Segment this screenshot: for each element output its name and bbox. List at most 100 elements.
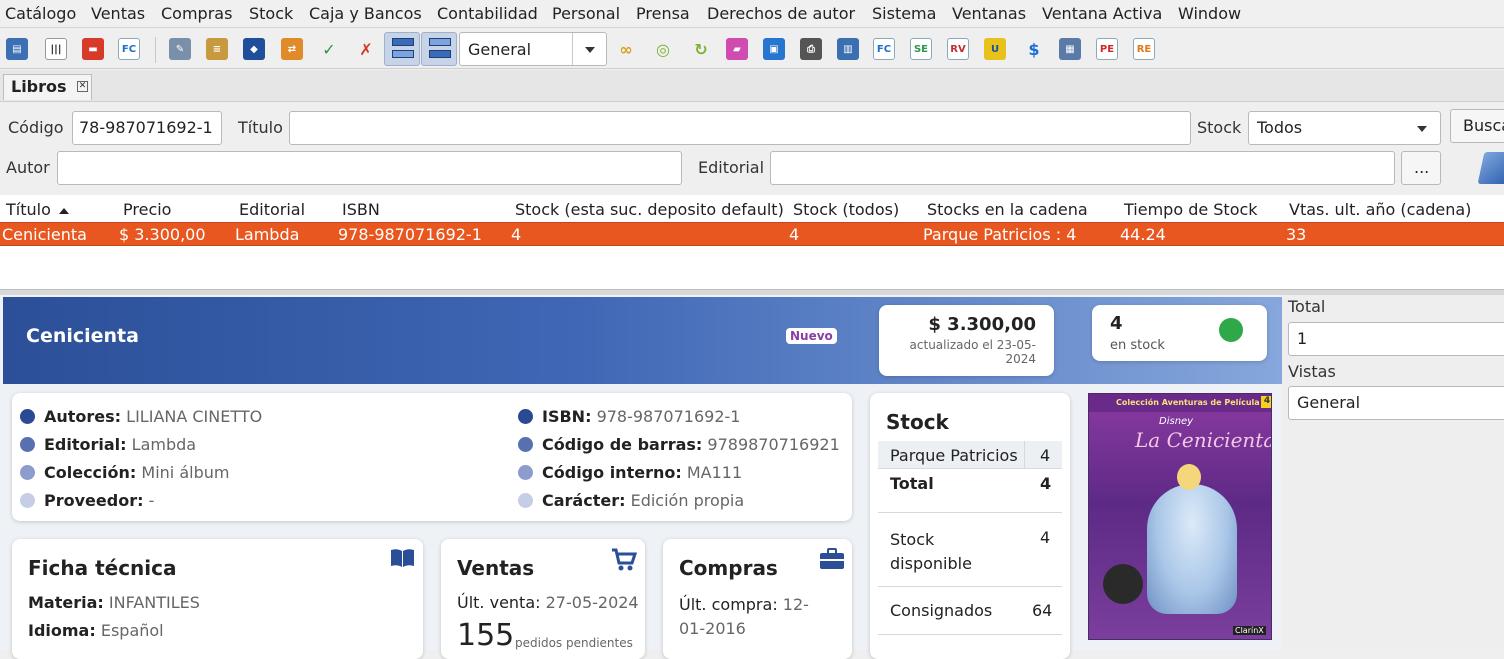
menu-compras[interactable]: Compras bbox=[161, 4, 232, 23]
printer-icon[interactable]: ⎙ bbox=[800, 38, 822, 60]
stock-total-qty: 4 bbox=[1040, 474, 1052, 493]
editorial-line: Editorial: Lambda bbox=[44, 435, 197, 454]
menu-contabilidad[interactable]: Contabilidad bbox=[437, 4, 538, 23]
money-icon[interactable]: $ bbox=[1023, 38, 1045, 60]
stock-count: 4 bbox=[1110, 313, 1123, 334]
table-row[interactable]: Cenicienta $ 3.300,00 Lambda 978-9870716… bbox=[0, 222, 1504, 246]
column-header-titulo[interactable]: Título bbox=[6, 200, 69, 219]
column-header-editorial[interactable]: Editorial bbox=[239, 200, 305, 219]
layout-bar-icon bbox=[429, 50, 451, 58]
tab-libros[interactable]: Libros ✕ bbox=[3, 74, 92, 100]
autores-line: Autores: LILIANA CINETTO bbox=[44, 407, 263, 426]
divider bbox=[878, 586, 1062, 587]
editorial-browse-button[interactable]: ... bbox=[1401, 151, 1441, 185]
notes-icon[interactable]: ≡ bbox=[206, 38, 228, 60]
bullet-icon bbox=[20, 493, 35, 508]
bullet-icon bbox=[518, 409, 533, 424]
column-header-vtas[interactable]: Vtas. ult. año (cadena) bbox=[1289, 200, 1471, 219]
column-header-stocks-cadena[interactable]: Stocks en la cadena bbox=[927, 200, 1088, 219]
autor-input[interactable] bbox=[57, 151, 682, 185]
layout-single-toggle[interactable] bbox=[384, 32, 420, 66]
stock-branch-qty: 4 bbox=[1040, 446, 1051, 465]
ficha-title: Ficha técnica bbox=[28, 556, 177, 580]
vistas-label: Vistas bbox=[1288, 362, 1336, 381]
cell-vtas: 33 bbox=[1286, 225, 1307, 244]
menu-derechos-autor[interactable]: Derechos de autor bbox=[707, 4, 855, 23]
menu-catalogo[interactable]: Catálogo bbox=[5, 4, 76, 23]
menu-bar: Catálogo Ventas Compras Stock Caja y Ban… bbox=[0, 0, 1504, 28]
menu-sistema[interactable]: Sistema bbox=[872, 4, 936, 23]
factory-icon[interactable]: ▥ bbox=[837, 38, 859, 60]
menu-ventas[interactable]: Ventas bbox=[91, 4, 145, 23]
menu-ventana-activa[interactable]: Ventana Activa bbox=[1042, 4, 1162, 23]
rv-icon[interactable]: RV bbox=[947, 38, 969, 60]
transfer-icon[interactable]: ⇄ bbox=[281, 38, 303, 60]
barcode-icon[interactable]: ||| bbox=[45, 38, 67, 60]
column-header-isbn[interactable]: ISBN bbox=[342, 200, 380, 219]
menu-stock[interactable]: Stock bbox=[249, 4, 293, 23]
titulo-input[interactable] bbox=[289, 111, 1191, 145]
column-header-precio[interactable]: Precio bbox=[123, 200, 171, 219]
document-edit-icon[interactable]: ✎ bbox=[169, 38, 191, 60]
stock-total-label: Total bbox=[890, 474, 934, 493]
shopping-cart-icon bbox=[612, 548, 637, 571]
bullet-icon bbox=[20, 409, 35, 424]
menu-prensa[interactable]: Prensa bbox=[636, 4, 690, 23]
check-icon[interactable]: ✓ bbox=[318, 38, 340, 60]
shield-yellow-icon[interactable]: U bbox=[984, 38, 1006, 60]
se-icon[interactable]: SE bbox=[910, 38, 932, 60]
codigo-input[interactable]: 78-987071692-1 bbox=[72, 111, 222, 145]
stock-select[interactable]: Todos bbox=[1248, 111, 1441, 145]
truck-icon[interactable]: ▬ bbox=[82, 38, 104, 60]
editorial-input[interactable] bbox=[770, 151, 1395, 185]
circle-icon[interactable]: ◎ bbox=[652, 38, 674, 60]
cell-editorial: Lambda bbox=[235, 225, 300, 244]
proveedor-line: Proveedor: - bbox=[44, 491, 155, 510]
chevron-down-icon bbox=[585, 47, 595, 53]
circle-arrow-icon[interactable]: ↻ bbox=[690, 38, 712, 60]
menu-caja-bancos[interactable]: Caja y Bancos bbox=[309, 4, 422, 23]
menu-window[interactable]: Window bbox=[1178, 4, 1241, 23]
pe-icon[interactable]: PE bbox=[1096, 38, 1118, 60]
close-icon[interactable]: ✕ bbox=[77, 81, 88, 92]
stock-branch-name: Parque Patricios bbox=[890, 446, 1018, 465]
view-select-value: General bbox=[468, 40, 532, 59]
fc-icon[interactable]: FC bbox=[873, 38, 895, 60]
layout-split-toggle[interactable] bbox=[421, 32, 457, 66]
idioma-line: Idioma: Español bbox=[28, 621, 164, 640]
stock-label: en stock bbox=[1110, 338, 1165, 353]
column-header-tiempo-stock[interactable]: Tiempo de Stock bbox=[1124, 200, 1258, 219]
image-icon[interactable]: ▣ bbox=[763, 38, 785, 60]
price-card: $ 3.300,00 actualizado el 23-05-2024 bbox=[879, 305, 1054, 376]
buscar-button[interactable]: Buscar bbox=[1450, 109, 1504, 143]
link-rings-icon[interactable]: ∞ bbox=[615, 38, 637, 60]
chevron-down-icon bbox=[1417, 126, 1427, 132]
shield-icon[interactable]: ◆ bbox=[243, 38, 265, 60]
building-icon[interactable]: ▦ bbox=[1059, 38, 1081, 60]
bullet-icon bbox=[518, 465, 533, 480]
stock-status-icon bbox=[1219, 318, 1243, 342]
internal-code-line: Código interno: MA111 bbox=[542, 463, 743, 482]
barcode-line: Código de barras: 9789870716921 bbox=[542, 435, 840, 454]
detail-title: Cenicienta bbox=[26, 325, 139, 347]
status-badge: Nuevo bbox=[786, 328, 837, 344]
vistas-select[interactable]: General bbox=[1288, 386, 1504, 420]
pedidos-label: pedidos pendientes bbox=[515, 636, 633, 650]
cover-number: 4 bbox=[1261, 396, 1271, 408]
cancel-icon[interactable]: ✗ bbox=[355, 38, 377, 60]
menu-personal[interactable]: Personal bbox=[552, 4, 620, 23]
total-label: Total bbox=[1288, 297, 1326, 316]
titulo-label: Título bbox=[238, 118, 283, 137]
price-updated: actualizado el 23-05-2024 bbox=[909, 338, 1036, 366]
invoice-fc-icon[interactable]: FC bbox=[118, 38, 140, 60]
total-input[interactable]: 1 bbox=[1288, 322, 1504, 356]
column-header-stock-todos[interactable]: Stock (todos) bbox=[793, 200, 899, 219]
view-select[interactable]: General bbox=[459, 32, 607, 66]
re-icon[interactable]: RE bbox=[1133, 38, 1155, 60]
book-icon[interactable]: ▤ bbox=[6, 38, 28, 60]
column-header-stock-suc[interactable]: Stock (esta suc. deposito default) bbox=[515, 200, 784, 219]
stock-disponible-qty: 4 bbox=[1040, 528, 1051, 547]
menu-ventanas[interactable]: Ventanas bbox=[952, 4, 1026, 23]
ventas-title: Ventas bbox=[457, 556, 535, 580]
eraser-icon[interactable]: ▰ bbox=[726, 38, 748, 60]
